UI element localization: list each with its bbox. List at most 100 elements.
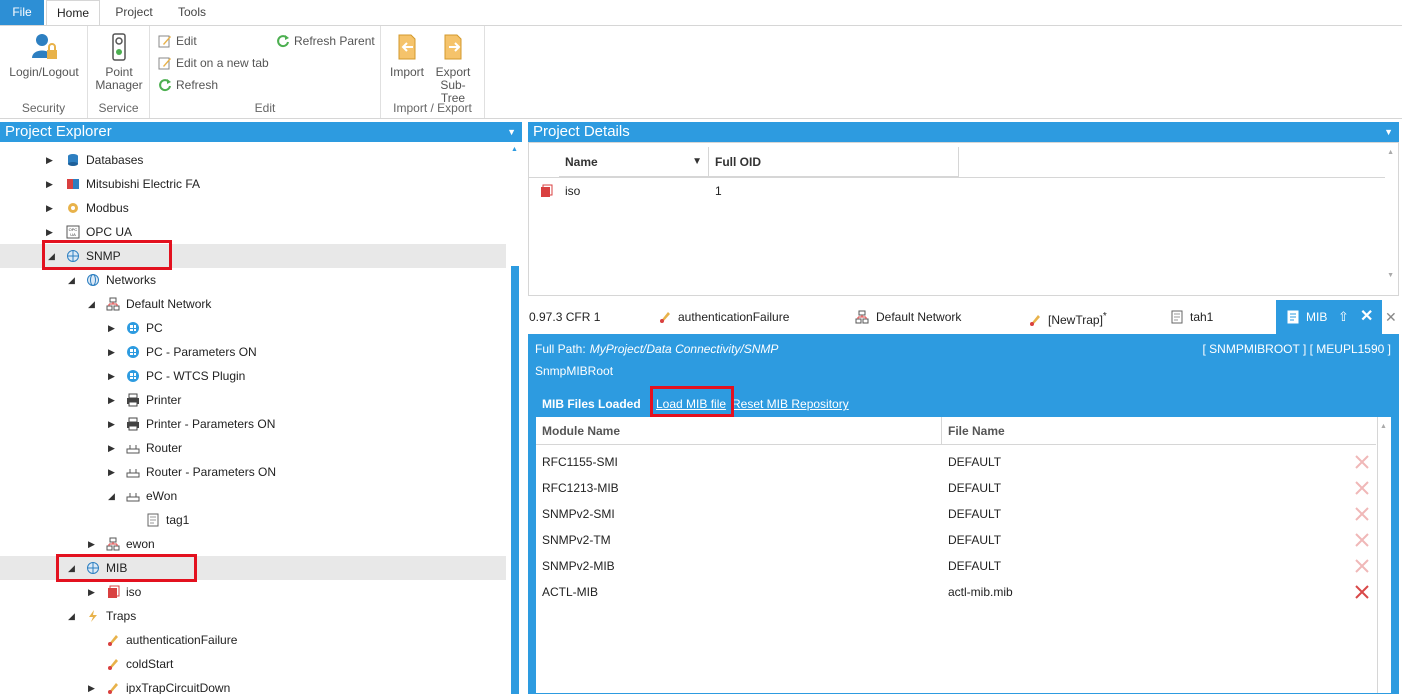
edit-new-tab-button[interactable]: Edit on a new tab: [158, 54, 269, 72]
tree-item-pc-parameters-on[interactable]: ▶ PC - Parameters ON: [0, 340, 506, 364]
expand-arrow-icon[interactable]: ▶: [46, 196, 56, 220]
expand-arrow-icon[interactable]: ▶: [88, 580, 98, 604]
panel-menu-icon[interactable]: ▼: [1384, 122, 1393, 142]
scroll-up-icon[interactable]: ▲: [511, 146, 518, 153]
tree-item-cold-start[interactable]: coldStart: [0, 652, 506, 676]
tab-mib[interactable]: MIB ⇧ ✕: [1276, 300, 1382, 334]
delete-icon[interactable]: [1354, 558, 1370, 574]
tab-new-trap[interactable]: [NewTrap]*: [1028, 300, 1107, 334]
delete-icon[interactable]: [1354, 480, 1370, 496]
tab-project[interactable]: Project: [106, 0, 162, 25]
import-button[interactable]: Import: [385, 30, 429, 79]
delete-icon[interactable]: [1354, 454, 1370, 470]
column-file-name[interactable]: File Name: [942, 417, 1376, 445]
expand-arrow-icon[interactable]: ▶: [108, 388, 118, 412]
point-manager-button[interactable]: Point Manager: [92, 30, 146, 92]
table-row[interactable]: ACTL-MIB actl-mib.mib: [536, 579, 1376, 605]
expand-arrow-icon[interactable]: ▶: [88, 532, 98, 556]
tab-home[interactable]: Home: [46, 0, 100, 25]
grid-divider: [529, 177, 1385, 178]
scroll-down-icon[interactable]: ▼: [1387, 272, 1394, 279]
tree-item-mitsubishi[interactable]: ▶ Mitsubishi Electric FA: [0, 172, 506, 196]
edit-group: Edit Edit on a new tab Refresh Refresh P…: [150, 26, 381, 118]
tree-label: tag1: [166, 513, 190, 527]
filter-icon[interactable]: ▼: [692, 147, 702, 177]
collapse-arrow-icon[interactable]: ◢: [68, 604, 78, 628]
full-path-label: Full Path:: [535, 342, 586, 356]
project-explorer-title: Project Explorer ▼: [0, 122, 522, 142]
tree-item-ewon-network[interactable]: ▶ ewon: [0, 532, 506, 556]
tree-item-networks[interactable]: ◢ Networks: [0, 268, 506, 292]
collapse-arrow-icon[interactable]: ◢: [68, 268, 78, 292]
expand-arrow-icon[interactable]: ▶: [108, 412, 118, 436]
refresh-parent-icon: [277, 35, 289, 48]
tree-item-default-network[interactable]: ◢ Default Network: [0, 292, 506, 316]
table-row[interactable]: SNMPv2-TM DEFAULT: [536, 527, 1376, 553]
edit-button[interactable]: Edit: [158, 32, 197, 50]
edit-new-tab-label: Edit on a new tab: [176, 56, 269, 70]
export-subtree-button[interactable]: Export Sub-Tree: [429, 30, 477, 105]
explorer-scrollbar[interactable]: [511, 266, 519, 694]
tree-item-pc[interactable]: ▶ PC: [0, 316, 506, 340]
expand-arrow-icon[interactable]: ▶: [46, 172, 56, 196]
network-icon: [855, 310, 869, 324]
table-row[interactable]: RFC1213-MIB DEFAULT: [536, 475, 1376, 501]
table-row[interactable]: RFC1155-SMI DEFAULT: [536, 449, 1376, 475]
table-row[interactable]: SNMPv2-MIB DEFAULT: [536, 553, 1376, 579]
expand-arrow-icon[interactable]: ▶: [108, 340, 118, 364]
expand-arrow-icon[interactable]: ▶: [108, 316, 118, 340]
tree-item-databases[interactable]: ▶ Databases: [0, 148, 506, 172]
tab-default-network[interactable]: Default Network: [854, 300, 961, 334]
tree-item-tag1[interactable]: tag1: [0, 508, 506, 532]
details-row[interactable]: iso 1: [529, 179, 1385, 203]
import-export-group: Import Export Sub-Tree Import / Export: [381, 26, 485, 118]
tree-item-traps[interactable]: ◢ Traps: [0, 604, 506, 628]
printer-icon: [127, 393, 139, 407]
column-name-label: Name: [565, 155, 598, 169]
lightning-icon: [89, 610, 97, 622]
panel-menu-icon[interactable]: ▼: [507, 122, 516, 142]
expand-arrow-icon[interactable]: ▶: [108, 436, 118, 460]
expand-arrow-icon[interactable]: ▶: [108, 460, 118, 484]
delete-icon[interactable]: [1354, 532, 1370, 548]
column-module-name[interactable]: Module Name: [536, 417, 942, 445]
tree-item-authentication-failure[interactable]: authenticationFailure: [0, 628, 506, 652]
close-icon[interactable]: ✕: [1385, 300, 1397, 334]
tree-item-router-parameters-on[interactable]: ▶ Router - Parameters ON: [0, 460, 506, 484]
tree-item-printer-parameters-on[interactable]: ▶ Printer - Parameters ON: [0, 412, 506, 436]
scroll-up-icon[interactable]: ▲: [1387, 149, 1394, 156]
tree-item-router[interactable]: ▶ Router: [0, 436, 506, 460]
module-name-cell: RFC1155-SMI: [542, 455, 618, 469]
expand-arrow-icon[interactable]: ▶: [88, 676, 98, 694]
column-name[interactable]: Name ▼: [559, 147, 709, 177]
tree-item-modbus[interactable]: ▶ Modbus: [0, 196, 506, 220]
collapse-arrow-icon[interactable]: ◢: [88, 292, 98, 316]
tab-tah1[interactable]: tah1: [1170, 300, 1213, 334]
tree-item-printer[interactable]: ▶ Printer: [0, 388, 506, 412]
tree-item-ipx-trap-circuit-down[interactable]: ▶ ipxTrapCircuitDown: [0, 676, 506, 694]
collapse-arrow-icon[interactable]: ◢: [108, 484, 118, 508]
login-logout-button[interactable]: Login/Logout: [4, 30, 84, 79]
tree-label: Mitsubishi Electric FA: [86, 177, 201, 191]
pencil-tab-icon: [158, 57, 171, 70]
export-icon: [444, 34, 462, 60]
expand-arrow-icon[interactable]: ▶: [46, 148, 56, 172]
tree-item-pc-wtcs-plugin[interactable]: ▶ PC - WTCS Plugin: [0, 364, 506, 388]
tree-item-ewon[interactable]: ◢ eWon: [0, 484, 506, 508]
refresh-parent-button[interactable]: Refresh Parent: [276, 32, 375, 50]
column-full-oid[interactable]: Full OID: [709, 147, 959, 177]
tab-file[interactable]: File: [0, 0, 44, 25]
column-file-name-label: File Name: [948, 424, 1005, 438]
reset-mib-repository-link[interactable]: Reset MIB Repository: [732, 397, 849, 411]
table-row[interactable]: SNMPv2-SMI DEFAULT: [536, 501, 1376, 527]
tab-authentication-failure[interactable]: authenticationFailure: [658, 300, 789, 334]
close-tab-icon[interactable]: ✕: [1360, 300, 1373, 334]
tree-item-iso[interactable]: ▶ iso: [0, 580, 506, 604]
pin-icon[interactable]: ⇧: [1338, 300, 1349, 334]
delete-icon[interactable]: [1354, 584, 1370, 600]
delete-icon[interactable]: [1354, 506, 1370, 522]
tab-tools[interactable]: Tools: [170, 0, 214, 25]
expand-arrow-icon[interactable]: ▶: [108, 364, 118, 388]
scroll-up-icon[interactable]: ▲: [1380, 423, 1387, 430]
refresh-button[interactable]: Refresh: [158, 76, 218, 94]
